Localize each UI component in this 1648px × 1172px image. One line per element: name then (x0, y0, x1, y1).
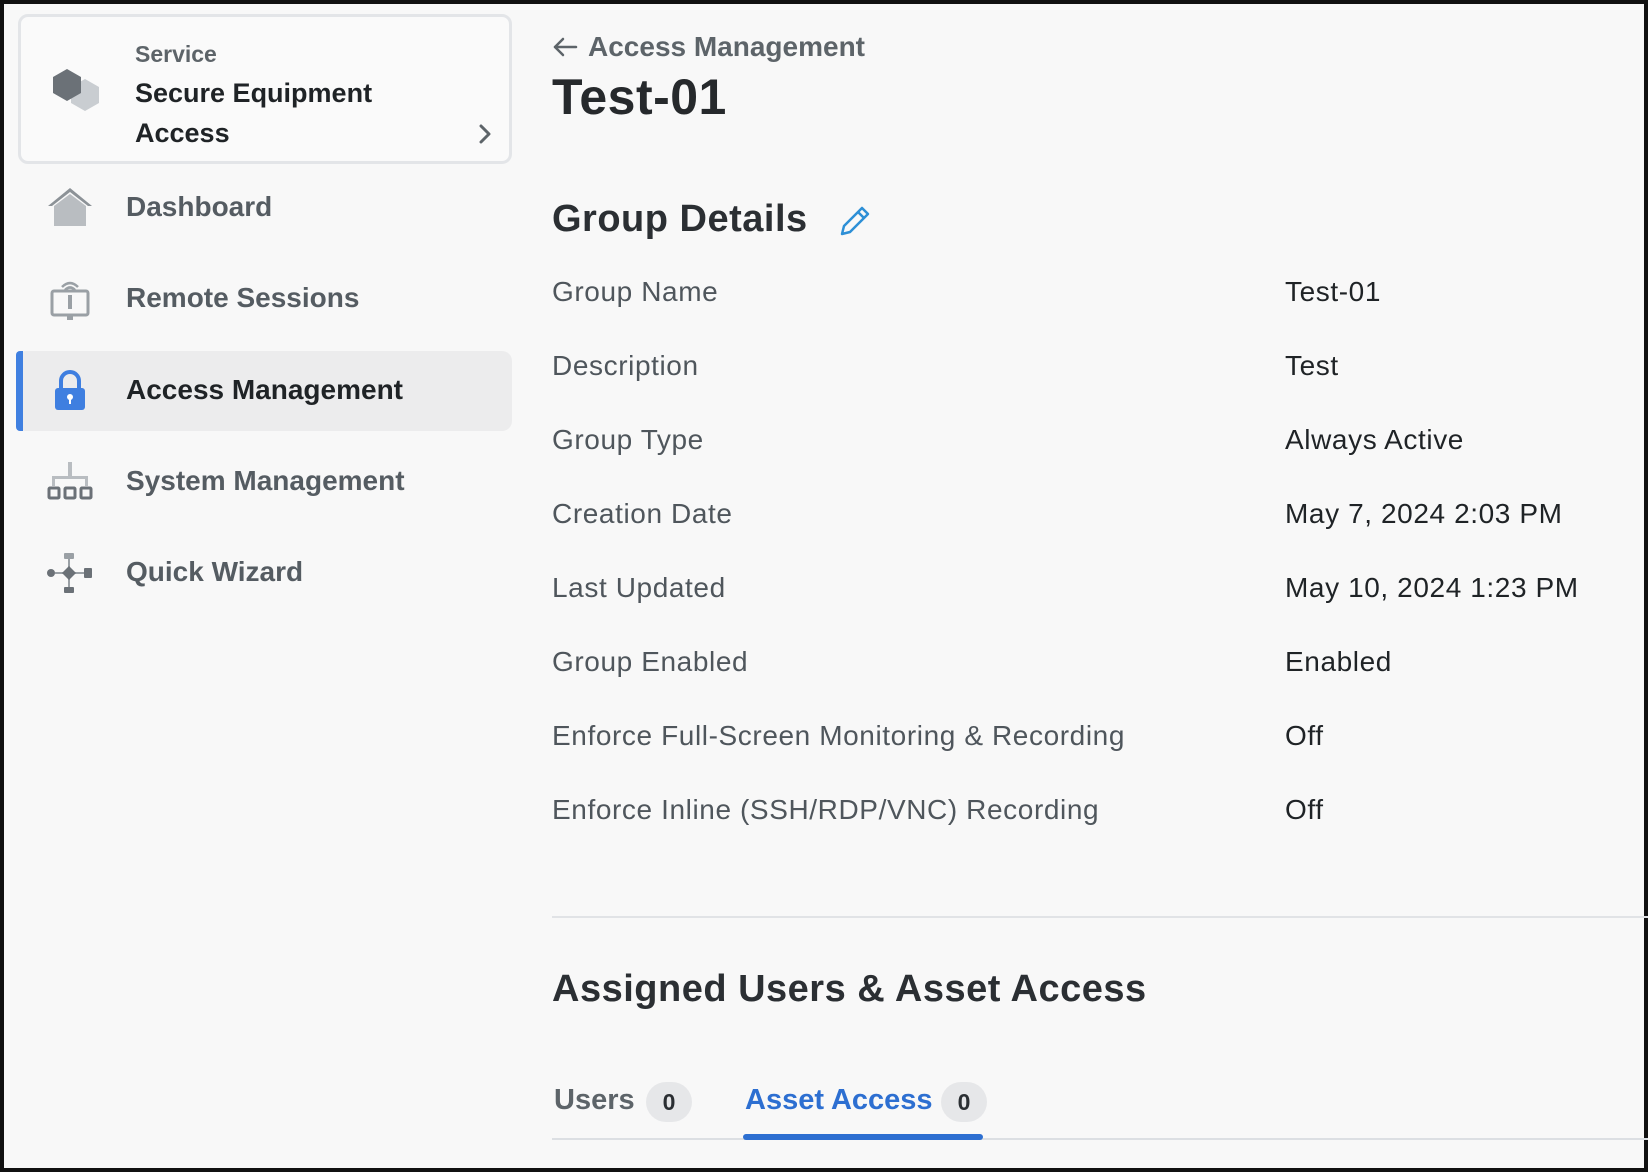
section-divider (552, 916, 1648, 918)
detail-row-group-enabled: Group Enabled Enabled (552, 646, 1648, 686)
tab-count-badge: 0 (941, 1082, 987, 1122)
page-title: Test-01 (552, 69, 727, 125)
remote-monitor-icon (50, 281, 90, 320)
detail-label: Group Name (552, 276, 719, 307)
home-icon (48, 188, 92, 226)
detail-label: Description (552, 350, 699, 381)
detail-value: May 10, 2024 1:23 PM (1285, 572, 1579, 603)
detail-row-full-screen-recording: Enforce Full-Screen Monitoring & Recordi… (552, 720, 1648, 760)
detail-row-inline-recording: Enforce Inline (SSH/RDP/VNC) Recording O… (552, 794, 1648, 834)
hexagon-logo-icon (53, 69, 99, 111)
detail-row-group-type: Group Type Always Active (552, 424, 1648, 464)
detail-value: Test (1285, 350, 1339, 381)
detail-label: Group Enabled (552, 646, 749, 677)
detail-value: Always Active (1285, 424, 1464, 455)
service-kicker: Service (135, 41, 217, 67)
detail-label: Group Type (552, 424, 704, 455)
sidebar-item-dashboard[interactable]: Dashboard (16, 168, 512, 248)
tab-asset-access[interactable]: Asset Access 0 (743, 1076, 993, 1140)
chevron-right-icon (479, 124, 491, 144)
tab-label: Users (554, 1084, 635, 1116)
service-switcher[interactable]: Service Secure Equipment Access (18, 14, 512, 164)
tab-users[interactable]: Users 0 (554, 1076, 696, 1140)
sidebar-item-remote-sessions[interactable]: Remote Sessions (16, 259, 512, 339)
breadcrumb-label: Access Management (588, 31, 866, 62)
sidebar-item-label: Remote Sessions (126, 282, 360, 313)
pencil-edit-icon[interactable] (834, 202, 874, 242)
detail-label: Enforce Full-Screen Monitoring & Recordi… (552, 720, 1126, 751)
detail-value: Enabled (1285, 646, 1392, 677)
sidebar-item-quick-wizard[interactable]: Quick Wizard (16, 533, 512, 613)
service-name: Secure Equipment Access (135, 78, 373, 148)
sidebar-item-label: System Management (126, 465, 405, 496)
detail-value: Off (1285, 794, 1324, 825)
detail-value: Off (1285, 720, 1324, 751)
detail-label: Last Updated (552, 572, 726, 603)
arrow-left-icon (553, 37, 578, 57)
sidebar: Service Secure Equipment Access Dashboar… (8, 8, 518, 1172)
network-tree-icon (47, 462, 93, 500)
sidebar-item-access-management[interactable]: Access Management (16, 351, 512, 431)
tab-count-badge: 0 (646, 1082, 692, 1122)
sidebar-item-label: Quick Wizard (126, 556, 304, 587)
sidebar-item-label: Access Management (126, 374, 404, 405)
detail-value: May 7, 2024 2:03 PM (1285, 498, 1563, 529)
section-title-assigned: Assigned Users & Asset Access (552, 968, 1147, 1010)
section-title-group-details: Group Details (552, 198, 808, 240)
tab-label: Asset Access (745, 1084, 933, 1116)
sidebar-item-label: Dashboard (126, 191, 273, 222)
detail-label: Creation Date (552, 498, 733, 529)
detail-row-creation-date: Creation Date May 7, 2024 2:03 PM (552, 498, 1648, 538)
detail-row-group-name: Group Name Test-01 (552, 276, 1648, 316)
app-window: Service Secure Equipment Access Dashboar… (0, 0, 1648, 1172)
active-tab-indicator (743, 1134, 983, 1140)
detail-label: Enforce Inline (SSH/RDP/VNC) Recording (552, 794, 1100, 825)
detail-row-last-updated: Last Updated May 10, 2024 1:23 PM (552, 572, 1648, 612)
workflow-icon (47, 553, 92, 593)
detail-value: Test-01 (1285, 276, 1382, 307)
breadcrumb[interactable]: Access Management (552, 30, 865, 64)
lock-icon (55, 370, 85, 410)
detail-row-description: Description Test (552, 350, 1648, 390)
assigned-tabs: Users 0 Asset Access 0 (552, 1076, 1648, 1140)
main-content: Access Management Test-01 Group Details … (552, 8, 1648, 1172)
sidebar-item-system-management[interactable]: System Management (16, 442, 512, 522)
